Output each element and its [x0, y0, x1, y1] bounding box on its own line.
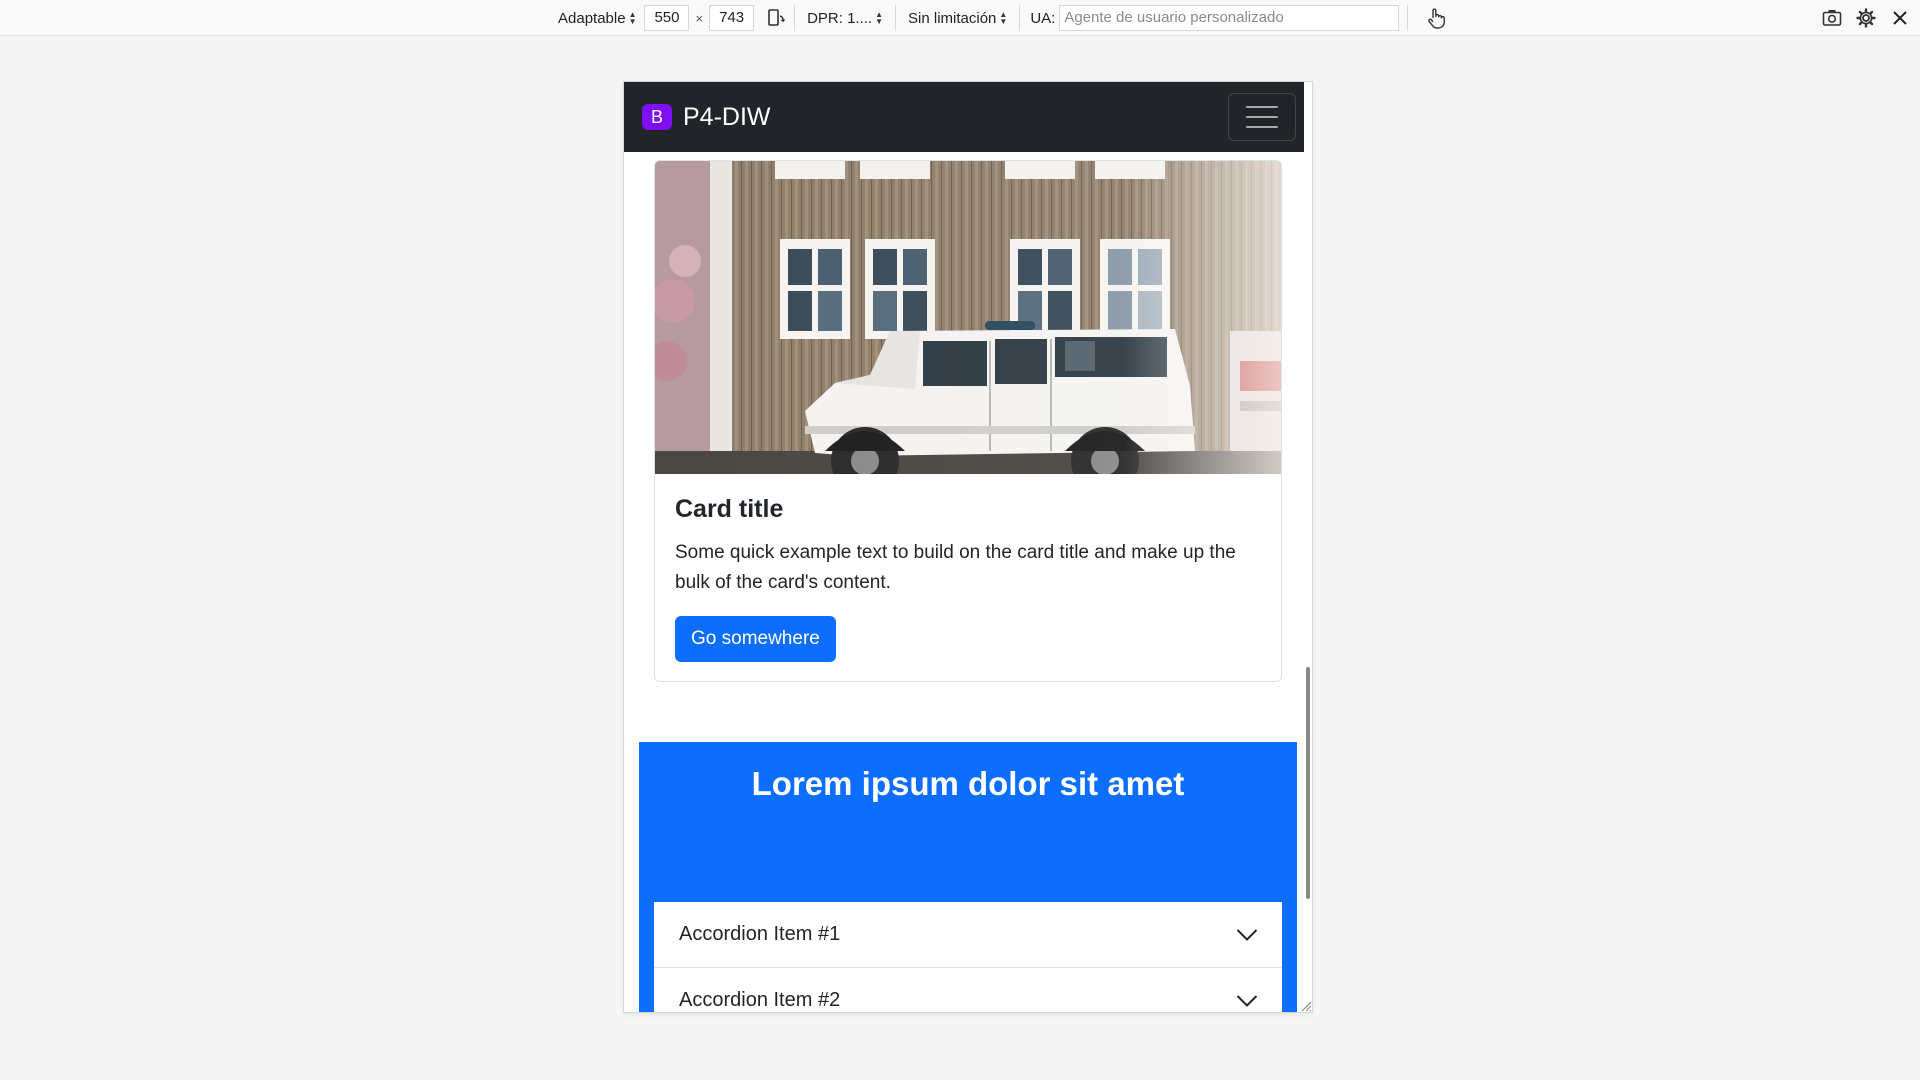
accordion-item-1[interactable]: Accordion Item #1 — [654, 902, 1282, 968]
accordion: Accordion Item #1 Accordion Item #2 — [654, 902, 1282, 1012]
dimension-separator: × — [695, 10, 704, 26]
navbar-toggler-button[interactable] — [1228, 93, 1296, 141]
viewport-scrollbar[interactable] — [1306, 667, 1310, 899]
device-viewport: B P4-DIW Card title Some quick example t… — [624, 82, 1312, 1012]
dpr-selector-label: DPR: 1.... — [807, 9, 873, 27]
responsive-design-toolbar: Adaptable ▲ ▼ 550 × 743 DPR: 1.... ▲ ▼ Sin… — [0, 0, 1920, 36]
user-agent-input[interactable]: Agente de usuario personalizado — [1059, 5, 1400, 31]
toolbar-separator — [1019, 5, 1021, 31]
hamburger-line — [1246, 106, 1278, 108]
hero-section: Lorem ipsum dolor sit amet Accordion Ite… — [639, 742, 1297, 1012]
toolbar-separator — [1407, 5, 1409, 31]
viewport-width-input[interactable]: 550 — [644, 5, 690, 31]
touch-icon[interactable] — [1422, 4, 1450, 32]
card-title: Card title — [675, 495, 784, 523]
card: Card title Some quick example text to bu… — [654, 160, 1282, 682]
navbar-brand[interactable]: P4-DIW — [683, 103, 771, 132]
resize-handle-icon[interactable] — [1298, 998, 1312, 1012]
viewport-height-input[interactable]: 743 — [709, 5, 755, 31]
hamburger-line — [1246, 126, 1278, 128]
ua-label: UA: — [1030, 9, 1056, 27]
device-selector[interactable]: Adaptable ▲ ▼ — [550, 5, 644, 31]
updown-arrows-icon: ▲ ▼ — [875, 10, 884, 26]
toolbar-separator — [895, 5, 897, 31]
close-icon[interactable] — [1886, 4, 1914, 32]
chevron-down-icon — [1236, 994, 1258, 1007]
hero-title: Lorem ipsum dolor sit amet — [751, 765, 1185, 802]
throttle-selector-label: Sin limitación — [908, 9, 997, 27]
rotate-icon[interactable] — [762, 4, 790, 32]
accordion-item-label: Accordion Item #1 — [679, 923, 841, 945]
hamburger-line — [1246, 116, 1278, 118]
go-somewhere-button[interactable]: Go somewhere — [675, 616, 836, 662]
bootstrap-logo-icon[interactable]: B — [642, 104, 672, 130]
card-text: Some quick example text to build on the … — [675, 542, 1236, 593]
chevron-down-icon — [1236, 928, 1258, 941]
card-body: Card title Some quick example text to bu… — [655, 474, 1281, 681]
navbar: B P4-DIW — [624, 82, 1304, 152]
updown-arrows-icon: ▲ ▼ — [999, 10, 1008, 26]
card-image — [655, 161, 1281, 474]
updown-arrows-icon: ▲ ▼ — [628, 10, 637, 26]
settings-icon[interactable] — [1852, 4, 1880, 32]
device-selector-label: Adaptable — [558, 9, 626, 27]
accordion-item-2[interactable]: Accordion Item #2 — [654, 968, 1282, 1012]
screenshot-icon[interactable] — [1818, 4, 1846, 32]
dpr-selector[interactable]: DPR: 1.... ▲ ▼ — [799, 5, 891, 31]
toolbar-separator — [794, 5, 796, 31]
accordion-item-label: Accordion Item #2 — [679, 989, 841, 1011]
throttle-selector[interactable]: Sin limitación ▲ ▼ — [900, 5, 1015, 31]
